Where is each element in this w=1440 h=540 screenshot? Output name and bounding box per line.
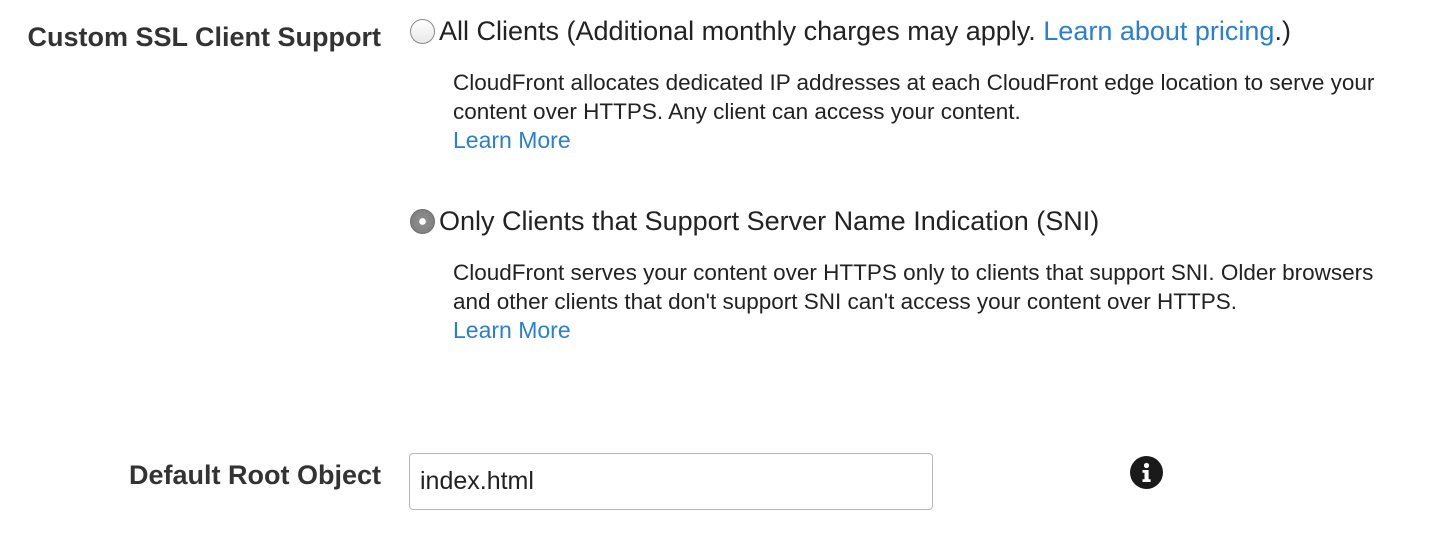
all-clients-description-block: CloudFront allocates dedicated IP addres… [453,69,1413,155]
all-clients-learn-more-link[interactable]: Learn More [453,126,1413,155]
all-clients-label: All Clients (Additional monthly charges … [439,15,1044,46]
default-root-object-input[interactable] [409,453,933,510]
sni-clients-learn-more-link[interactable]: Learn More [453,316,1413,345]
all-clients-option[interactable]: All Clients (Additional monthly charges … [410,14,1291,48]
sni-clients-description: CloudFront serves your content over HTTP… [453,260,1374,314]
default-root-object-label: Default Root Object [128,460,381,490]
all-clients-option-text: All Clients (Additional monthly charges … [439,16,1291,47]
sni-clients-radio[interactable] [410,208,435,234]
ssl-client-support-label: Custom SSL Client Support [27,22,381,52]
sni-clients-description-block: CloudFront serves your content over HTTP… [453,259,1413,345]
sni-clients-label: Only Clients that Support Server Name In… [439,205,1100,236]
all-clients-description: CloudFront allocates dedicated IP addres… [453,70,1375,124]
info-icon[interactable] [1130,456,1163,489]
sni-clients-option[interactable]: Only Clients that Support Server Name In… [410,204,1099,238]
all-clients-label-suffix: .) [1274,15,1291,46]
info-icon-glyph [1142,462,1151,482]
all-clients-radio[interactable] [410,18,435,44]
learn-about-pricing-link[interactable]: Learn about pricing [1043,16,1274,46]
